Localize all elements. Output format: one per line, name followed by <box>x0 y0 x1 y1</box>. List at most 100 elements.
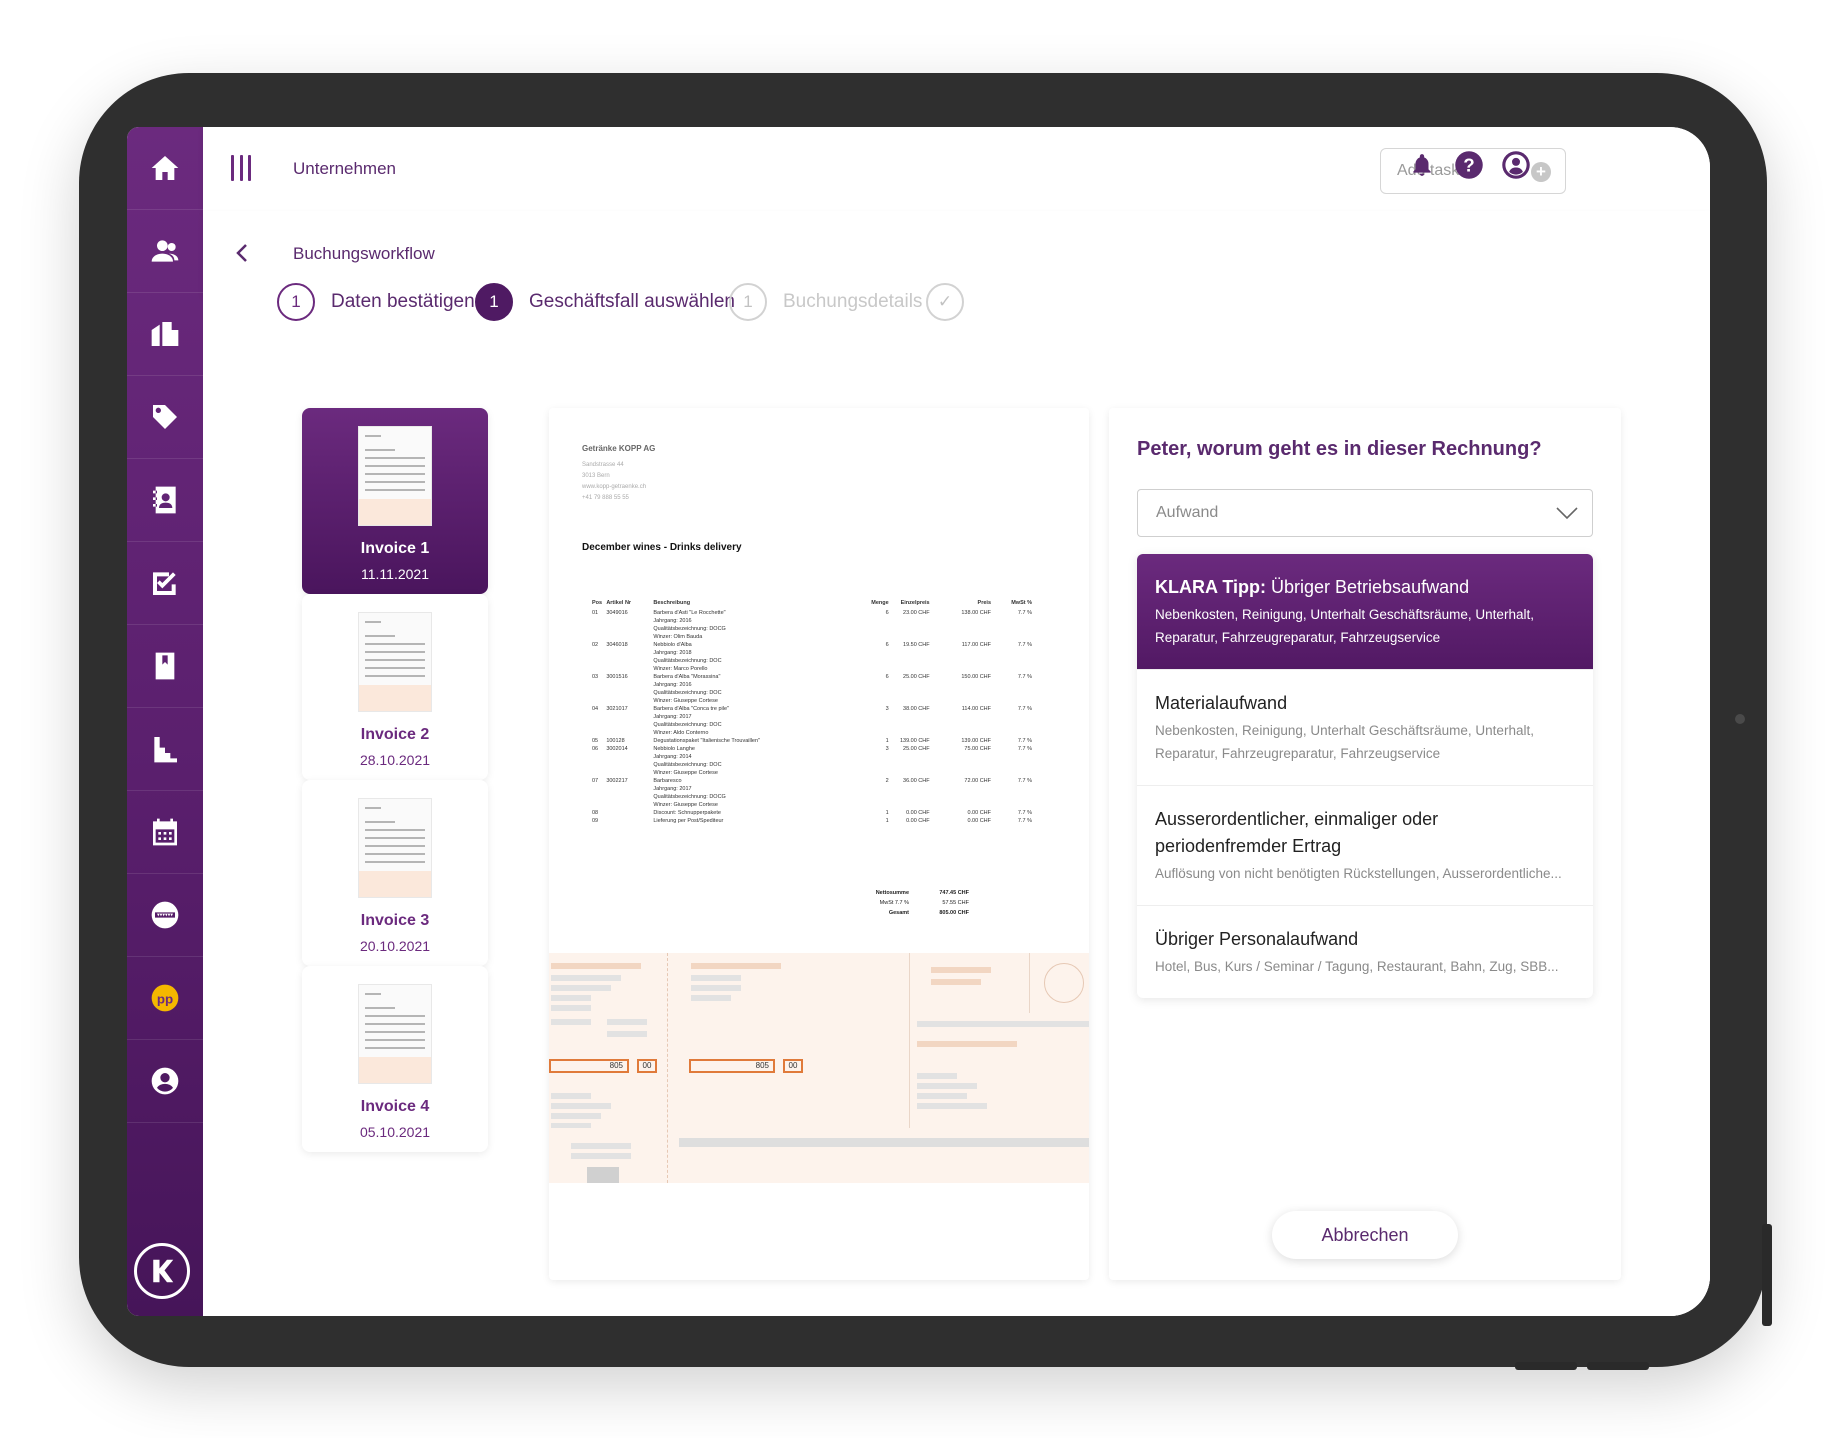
invoice-date: 20.10.2021 <box>359 938 431 954</box>
invoice-card[interactable]: Invoice 3 20.10.2021 <box>302 780 488 966</box>
document-address: Sandstrasse 44 3013 Bern www.kopp-getrae… <box>582 462 647 501</box>
notifications-button[interactable] <box>1406 149 1438 181</box>
invoice-line-cell: Qualitätsbezeichnung: DOC <box>653 762 722 768</box>
invoice-line-row: Jahrgang: 2016 <box>592 617 1032 625</box>
invoice-line-cell: Jahrgang: 2014 <box>653 754 692 760</box>
invoice-line-cell <box>606 809 653 817</box>
invoice-line-cell <box>991 665 1032 673</box>
invoice-line-cell <box>592 785 606 793</box>
invoice-line-cell: 117.00 CHF <box>961 642 992 648</box>
invoice-line-cell: 01 <box>592 610 599 616</box>
invoice-card[interactable]: Invoice 2 28.10.2021 <box>302 594 488 780</box>
user-account-button[interactable] <box>1500 149 1532 181</box>
invoice-line-cell <box>606 721 653 729</box>
step-label: Daten bestätigen <box>331 291 475 312</box>
invoice-line-cell <box>868 633 888 641</box>
page-title: Unternehmen <box>293 159 397 178</box>
step-number: 1 <box>475 283 513 321</box>
invoice-line-cell <box>606 689 653 697</box>
invoice-line-cell <box>889 649 930 657</box>
invoice-line-cell <box>868 753 888 761</box>
suggestion-item[interactable]: Ausserordentlicher, einmaliger oder peri… <box>1137 786 1593 906</box>
sidebar-item-reports[interactable] <box>127 708 203 791</box>
menu-toggle-icon[interactable] <box>231 155 251 181</box>
invoice-line-cell <box>606 665 653 673</box>
sidebar-item-users[interactable] <box>127 210 203 293</box>
invoice-line-cell: 08 <box>592 810 599 816</box>
step-geschaeftsfall-auswaehlen[interactable]: 1 Geschäftsfall auswählen <box>475 282 735 322</box>
invoice-line-cell <box>868 801 888 809</box>
klara-logo[interactable] <box>134 1243 190 1299</box>
step-buchungsdetails: 1 Buchungsdetails <box>729 282 922 322</box>
invoice-line-cell <box>930 761 991 769</box>
sidebar-item-tasks[interactable] <box>127 542 203 625</box>
sidebar-item-contacts[interactable] <box>127 459 203 542</box>
invoice-line-row: 01 3049016 Barbera d'Asti "Le Rocchette" 6 2… <box>592 609 1032 617</box>
invoice-line-cell <box>889 785 930 793</box>
invoice-line-cell <box>930 697 991 705</box>
bookmark-icon <box>155 652 175 680</box>
invoice-line-cell: 6 <box>885 674 889 680</box>
invoice-line-row: Jahrgang: 2016 <box>592 681 1032 689</box>
invoice-line-cell <box>991 721 1032 729</box>
invoice-line-cell <box>930 713 991 721</box>
help-icon: ? <box>1455 151 1483 179</box>
back-chevron-icon[interactable] <box>231 241 255 265</box>
invoice-line-row: Winzer: Giuseppe Cortese <box>592 801 1032 809</box>
suggestion-item[interactable]: Materialaufwand Nebenkosten, Reinigung, … <box>1137 670 1593 786</box>
invoice-line-cell: 138.00 CHF <box>961 610 992 616</box>
step-daten-bestaetigen[interactable]: 1 Daten bestätigen <box>277 282 475 322</box>
help-button[interactable]: ? <box>1453 149 1485 181</box>
suggestion-description: Nebenkosten, Reinigung, Unterhalt Geschä… <box>1155 723 1534 761</box>
add-task-plus-icon[interactable]: + <box>1531 162 1551 182</box>
document-title: December wines - Drinks delivery <box>582 542 742 553</box>
invoice-card[interactable]: Invoice 1 11.11.2021 <box>302 408 488 594</box>
sidebar-item-profile[interactable] <box>127 1040 203 1123</box>
cancel-button[interactable]: Abbrechen <box>1272 1211 1458 1259</box>
invoice-line-row: Winzer: Giuseppe Cortese <box>592 697 1032 705</box>
suggestion-item[interactable]: Übriger Personalaufwand Hotel, Bus, Kurs… <box>1137 906 1593 998</box>
invoice-line-cell: 36.00 CHF <box>903 778 930 784</box>
step-complete: ✓ <box>926 282 964 322</box>
invoice-line-cell <box>889 729 930 737</box>
invoice-line-cell: 7.7 % <box>1017 738 1032 744</box>
invoice-line-cell <box>889 681 930 689</box>
invoice-line-cell <box>991 657 1032 665</box>
sidebar-item-documents[interactable] <box>127 625 203 708</box>
step-number: 1 <box>729 283 767 321</box>
invoice-line-cell <box>889 697 930 705</box>
invoice-line-cell: Winzer: Olim Bauda <box>653 634 703 640</box>
invoice-line-cell: Qualitätsbezeichnung: DOCG <box>653 626 726 632</box>
device-camera <box>1735 714 1745 724</box>
invoice-line-cell <box>991 681 1032 689</box>
sidebar-item-payments[interactable]: pp <box>127 957 203 1040</box>
invoice-line-cell <box>592 657 606 665</box>
document-company: Getränke KOPP AG <box>582 444 656 453</box>
invoice-line-cell <box>868 729 888 737</box>
invoice-line-cell <box>606 769 653 777</box>
invoice-line-cell <box>606 753 653 761</box>
suggestion-klara-tip[interactable]: KLARA Tipp: Übriger Betriebsaufwand Nebe… <box>1137 554 1593 670</box>
invoice-line-cell <box>606 697 653 705</box>
category-select[interactable]: Aufwand <box>1137 489 1593 537</box>
invoice-line-cell <box>889 713 930 721</box>
invoice-line-cell <box>889 769 930 777</box>
sidebar-item-companies[interactable] <box>127 293 203 376</box>
invoice-line-cell: 06 <box>592 746 599 752</box>
invoice-line-cell: 114.00 CHF <box>961 706 992 712</box>
invoice-card[interactable]: Invoice 4 05.10.2021 <box>302 966 488 1152</box>
invoice-line-cell <box>592 665 606 673</box>
invoice-line-row: 03 3001516 Barbera d'Alba "Morassina" 6 25.0… <box>592 673 1032 681</box>
invoice-line-cell: 139.00 CHF <box>961 738 992 744</box>
invoice-line-cell: Qualitätsbezeichnung: DOCG <box>653 794 726 800</box>
globe-icon <box>151 901 179 929</box>
invoice-date: 28.10.2021 <box>359 752 431 768</box>
pp-coin-icon: pp <box>151 984 179 1012</box>
sidebar-item-tags[interactable] <box>127 376 203 459</box>
invoice-line-cell: 3049016 <box>606 610 628 616</box>
home-icon <box>151 156 179 180</box>
sidebar-item-calendar[interactable] <box>127 791 203 874</box>
sidebar-item-web[interactable] <box>127 874 203 957</box>
invoice-line-cell: 7.7 % <box>1017 778 1032 784</box>
sidebar-item-home[interactable] <box>127 127 203 210</box>
